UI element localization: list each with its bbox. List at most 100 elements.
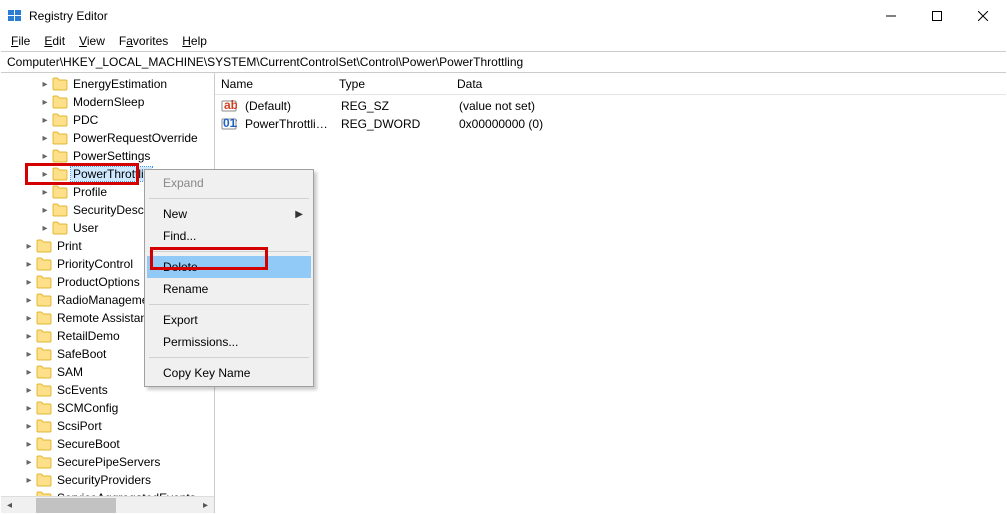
scroll-thumb[interactable] bbox=[36, 498, 116, 513]
folder-icon bbox=[36, 239, 52, 253]
folder-icon bbox=[52, 167, 68, 181]
values-header[interactable]: Name Type Data bbox=[215, 73, 1006, 95]
tree-item[interactable]: ▸PowerSettings bbox=[1, 147, 214, 165]
chevron-right-icon[interactable]: ▸ bbox=[39, 150, 51, 162]
chevron-right-icon[interactable]: ▸ bbox=[39, 222, 51, 234]
folder-icon bbox=[36, 275, 52, 289]
window-title: Registry Editor bbox=[29, 9, 108, 23]
svg-text:ab: ab bbox=[224, 98, 237, 112]
ctx-permissions[interactable]: Permissions... bbox=[147, 331, 311, 353]
chevron-right-icon[interactable]: ▸ bbox=[23, 330, 35, 342]
chevron-right-icon[interactable]: ▸ bbox=[23, 258, 35, 270]
title-bar: Registry Editor bbox=[1, 1, 1006, 31]
folder-icon bbox=[52, 113, 68, 127]
tree-label: SafeBoot bbox=[55, 347, 108, 361]
value-row[interactable]: 011PowerThrottling...REG_DWORD0x00000000… bbox=[215, 115, 1006, 133]
ctx-expand[interactable]: Expand bbox=[147, 172, 311, 194]
chevron-right-icon[interactable]: ▸ bbox=[39, 204, 51, 216]
tree-item[interactable]: ▸SCMConfig bbox=[1, 399, 214, 417]
value-type: REG_DWORD bbox=[335, 117, 453, 131]
tree-label: ScsiPort bbox=[55, 419, 104, 433]
tree-label: SecureBoot bbox=[55, 437, 122, 451]
value-row[interactable]: ab(Default)REG_SZ(value not set) bbox=[215, 97, 1006, 115]
tree-item[interactable]: ▸ SecurityProviders bbox=[1, 471, 214, 489]
ctx-export[interactable]: Export bbox=[147, 309, 311, 331]
tree-item[interactable]: ▸PDC bbox=[1, 111, 214, 129]
chevron-right-icon[interactable]: ▸ bbox=[23, 240, 35, 252]
column-data[interactable]: Data bbox=[451, 77, 1006, 91]
address-bar[interactable]: Computer\HKEY_LOCAL_MACHINE\SYSTEM\Curre… bbox=[1, 51, 1006, 73]
tree-label: Remote Assistanc bbox=[55, 311, 155, 325]
folder-icon bbox=[36, 401, 52, 415]
tree-label: ModernSleep bbox=[71, 95, 146, 109]
value-data: 0x00000000 (0) bbox=[453, 117, 1006, 131]
close-button[interactable] bbox=[960, 1, 1006, 31]
chevron-right-icon[interactable]: ▸ bbox=[23, 420, 35, 432]
window-controls bbox=[868, 1, 1006, 31]
folder-icon bbox=[52, 77, 68, 91]
values-pane: Name Type Data ab(Default)REG_SZ(value n… bbox=[215, 73, 1006, 513]
value-name: PowerThrottling... bbox=[239, 117, 335, 131]
ctx-delete[interactable]: Delete bbox=[147, 256, 311, 278]
chevron-right-icon[interactable]: ▸ bbox=[23, 402, 35, 414]
folder-icon bbox=[36, 365, 52, 379]
value-type-icon: ab bbox=[221, 98, 237, 114]
column-type[interactable]: Type bbox=[333, 77, 451, 91]
menu-bar: File Edit View Favorites Help bbox=[1, 31, 1006, 51]
folder-icon bbox=[36, 329, 52, 343]
tree-item[interactable]: ▸SecurePipeServers bbox=[1, 453, 214, 471]
menu-edit[interactable]: Edit bbox=[38, 33, 71, 49]
chevron-right-icon[interactable]: ▸ bbox=[39, 114, 51, 126]
ctx-rename[interactable]: Rename bbox=[147, 278, 311, 300]
chevron-right-icon[interactable]: ▸ bbox=[23, 438, 35, 450]
maximize-button[interactable] bbox=[914, 1, 960, 31]
chevron-right-icon[interactable]: ▸ bbox=[23, 366, 35, 378]
chevron-right-icon[interactable]: ▸ bbox=[23, 294, 35, 306]
chevron-right-icon[interactable]: ▸ bbox=[39, 132, 51, 144]
menu-view[interactable]: View bbox=[73, 33, 111, 49]
menu-file[interactable]: File bbox=[5, 33, 36, 49]
tree-label: PowerRequestOverride bbox=[71, 131, 200, 145]
tree-label: User bbox=[71, 221, 100, 235]
folder-icon bbox=[52, 149, 68, 163]
tree-item[interactable]: ▸ SecureBoot bbox=[1, 435, 214, 453]
chevron-right-icon[interactable]: ▸ bbox=[23, 348, 35, 360]
chevron-right-icon[interactable]: ▸ bbox=[39, 78, 51, 90]
folder-icon bbox=[52, 185, 68, 199]
folder-icon bbox=[36, 437, 52, 451]
chevron-right-icon[interactable]: ▸ bbox=[23, 474, 35, 486]
column-name[interactable]: Name bbox=[215, 77, 333, 91]
ctx-new[interactable]: New▶ bbox=[147, 203, 311, 225]
tree-label: SecurityProviders bbox=[55, 473, 153, 487]
chevron-right-icon[interactable]: ▸ bbox=[39, 96, 51, 108]
menu-favorites[interactable]: Favorites bbox=[113, 33, 174, 49]
minimize-button[interactable] bbox=[868, 1, 914, 31]
chevron-right-icon[interactable]: ▸ bbox=[23, 384, 35, 396]
tree-item[interactable]: ▸ ModernSleep bbox=[1, 93, 214, 111]
chevron-right-icon[interactable]: ▸ bbox=[39, 186, 51, 198]
scroll-right-icon[interactable]: ▸ bbox=[197, 497, 214, 513]
tree-label: Print bbox=[55, 239, 84, 253]
menu-help[interactable]: Help bbox=[176, 33, 213, 49]
chevron-right-icon[interactable]: ▸ bbox=[23, 312, 35, 324]
tree-item[interactable]: ▸ PowerRequestOverride bbox=[1, 129, 214, 147]
folder-icon bbox=[52, 95, 68, 109]
folder-icon bbox=[36, 311, 52, 325]
tree-label: EnergyEstimation bbox=[71, 77, 169, 91]
chevron-right-icon[interactable]: ▸ bbox=[23, 276, 35, 288]
ctx-separator bbox=[149, 304, 309, 305]
chevron-right-icon[interactable]: ▸ bbox=[23, 456, 35, 468]
tree-item[interactable]: ▸ ScsiPort bbox=[1, 417, 214, 435]
ctx-copy-key-name[interactable]: Copy Key Name bbox=[147, 362, 311, 384]
folder-icon bbox=[52, 221, 68, 235]
tree-label: ScEvents bbox=[55, 383, 110, 397]
tree-item[interactable]: ▸ EnergyEstimation bbox=[1, 75, 214, 93]
tree-label: RadioManagemen bbox=[55, 293, 157, 307]
app-icon bbox=[7, 8, 23, 24]
ctx-find[interactable]: Find... bbox=[147, 225, 311, 247]
tree-label: Profile bbox=[71, 185, 109, 199]
scroll-left-icon[interactable]: ◂ bbox=[1, 497, 18, 513]
chevron-right-icon[interactable]: ▸ bbox=[39, 168, 51, 180]
tree-horizontal-scrollbar[interactable]: ◂ ▸ bbox=[1, 496, 214, 513]
tree-label: PowerThrottlin bbox=[71, 167, 152, 181]
